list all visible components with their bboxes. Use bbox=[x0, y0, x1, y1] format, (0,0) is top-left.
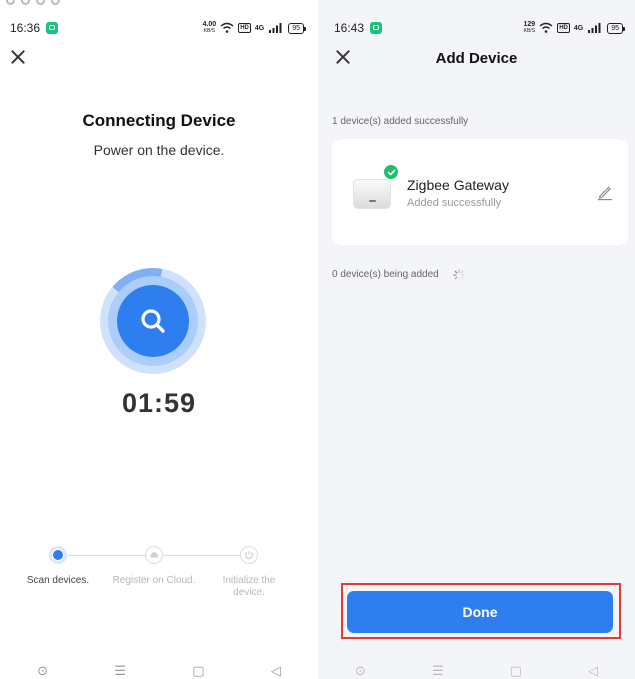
power-icon bbox=[245, 551, 253, 559]
step-scan-indicator bbox=[49, 546, 67, 564]
status-bar: 16:43 129 KB/S HD 4G 95 bbox=[318, 18, 635, 38]
cloud-icon bbox=[150, 552, 158, 558]
device-name: Zigbee Gateway bbox=[407, 177, 509, 193]
status-indicators: 129 KB/S HD 4G 95 bbox=[523, 21, 625, 35]
pencil-icon[interactable] bbox=[596, 183, 614, 201]
status-time: 16:43 bbox=[334, 21, 365, 35]
hd-badge: HD bbox=[238, 23, 251, 33]
page-title: Connecting Device bbox=[82, 111, 236, 130]
device-card[interactable]: Zigbee Gateway Added successfully bbox=[332, 139, 628, 245]
step-connector bbox=[163, 555, 240, 556]
device-status: Added successfully bbox=[407, 197, 502, 209]
step-connector bbox=[67, 555, 145, 556]
gateway-device-image bbox=[353, 179, 391, 209]
battery-indicator: 95 bbox=[288, 22, 306, 34]
countdown-timer: 01:59 bbox=[121, 388, 197, 418]
connecting-device-screen: 16:36 4.00 KB/S HD 4G 95 Connecting Devic… bbox=[0, 0, 318, 679]
nav-assistant-icon[interactable]: ⊙ bbox=[355, 664, 366, 677]
nav-back-icon[interactable]: ◁ bbox=[588, 664, 598, 677]
network-speed: 4.00 KB/S bbox=[202, 21, 217, 34]
signal-icon bbox=[588, 23, 601, 33]
system-navigation-bar: ⊙ ☰ ▢ ◁ bbox=[0, 662, 318, 679]
status-bar: 16:36 4.00 KB/S HD 4G 95 bbox=[0, 18, 318, 38]
page-title: Add Device bbox=[435, 50, 518, 67]
network-speed: 129 KB/S bbox=[523, 21, 536, 34]
notification-app-icon bbox=[46, 22, 59, 34]
step-initialize-label: Initialize the device. bbox=[222, 575, 276, 598]
status-time: 16:36 bbox=[10, 21, 41, 35]
step-initialize-indicator bbox=[240, 546, 258, 564]
nav-back-icon[interactable]: ◁ bbox=[271, 664, 281, 677]
nav-home-icon[interactable]: ▢ bbox=[510, 664, 522, 677]
close-button[interactable] bbox=[7, 46, 29, 68]
loading-spinner-icon bbox=[453, 269, 465, 281]
nav-assistant-icon[interactable]: ⊙ bbox=[37, 664, 48, 677]
notification-app-icon bbox=[370, 22, 383, 34]
nav-home-icon[interactable]: ▢ bbox=[192, 664, 204, 677]
nav-menu-icon[interactable]: ☰ bbox=[114, 664, 126, 677]
status-indicators: 4.00 KB/S HD 4G 95 bbox=[202, 21, 306, 35]
done-button[interactable]: Done bbox=[347, 591, 613, 633]
step-register-indicator bbox=[145, 546, 163, 564]
step-scan-label: Scan devices. bbox=[26, 575, 90, 586]
nav-menu-icon[interactable]: ☰ bbox=[432, 664, 444, 677]
search-icon bbox=[141, 309, 165, 333]
system-navigation-bar: ⊙ ☰ ▢ ◁ bbox=[318, 662, 635, 679]
network-type: 4G bbox=[254, 24, 265, 32]
wifi-icon bbox=[539, 22, 553, 33]
network-type: 4G bbox=[573, 24, 584, 32]
pending-devices-summary: 0 device(s) being added bbox=[332, 269, 439, 280]
add-device-screen: 16:43 129 KB/S HD 4G 95 Add Device 1 devi… bbox=[318, 0, 635, 679]
step-register-label: Register on Cloud. bbox=[112, 575, 196, 586]
hd-badge: HD bbox=[557, 23, 570, 33]
check-icon bbox=[383, 164, 399, 180]
wifi-icon bbox=[220, 22, 234, 33]
scanning-radar bbox=[100, 268, 206, 374]
page-subtitle: Power on the device. bbox=[93, 142, 225, 158]
battery-indicator: 95 bbox=[607, 22, 625, 34]
signal-icon bbox=[269, 23, 282, 33]
partial-dots-decoration bbox=[6, 0, 60, 5]
added-devices-summary: 1 device(s) added successfully bbox=[332, 116, 469, 127]
